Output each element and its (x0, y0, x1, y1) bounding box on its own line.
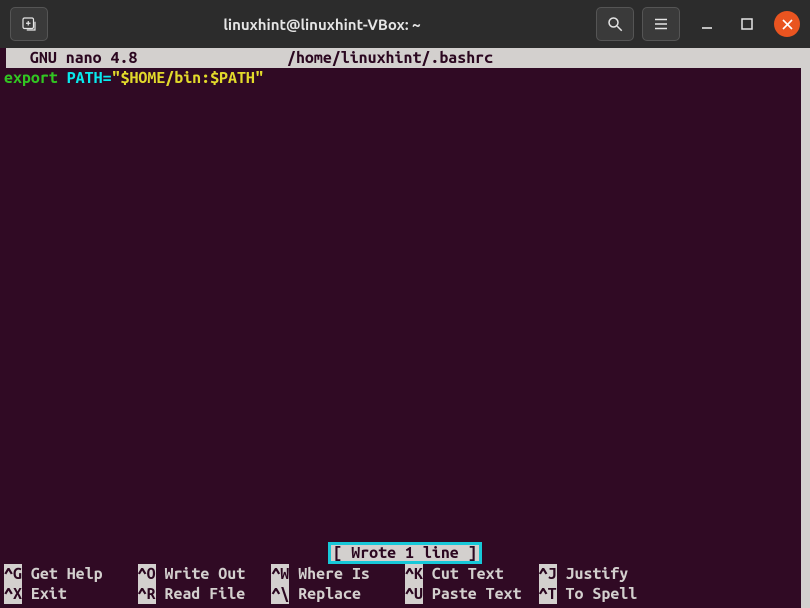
window-controls (694, 11, 800, 37)
new-tab-button[interactable] (10, 7, 48, 41)
shortcut-replace: ^\ Replace (271, 584, 405, 604)
nano-header: GNU nano 4.8 /home/linuxhint/.bashrc (6, 48, 804, 68)
shortcut-exit: ^X Exit (4, 584, 138, 604)
shortcut-empty-1 (672, 564, 806, 584)
shortcut-read-file: ^R Read File (138, 584, 272, 604)
terminal-body[interactable]: GNU nano 4.8 /home/linuxhint/.bashrc exp… (0, 48, 810, 608)
token-keyword: export (4, 69, 58, 87)
terminal-window: linuxhint@linuxhint-VBox: ~ GNU nano 4.8… (0, 0, 810, 608)
titlebar: linuxhint@linuxhint-VBox: ~ (0, 0, 810, 48)
search-button[interactable] (596, 7, 634, 41)
status-row: [ Wrote 1 line ] (0, 542, 810, 564)
editor-area[interactable]: export PATH="$HOME/bin:$PATH" (0, 68, 810, 542)
nano-filepath: /home/linuxhint/.bashrc (287, 48, 798, 68)
maximize-button[interactable] (734, 11, 760, 37)
shortcut-empty-2 (672, 584, 806, 604)
shortcut-bar: ^G Get Help ^O Write Out ^W Where Is ^K … (0, 564, 810, 608)
token-string: "$HOME/bin:$PATH" (112, 69, 264, 87)
shortcut-cut-text: ^K Cut Text (405, 564, 539, 584)
window-title: linuxhint@linuxhint-VBox: ~ (56, 16, 588, 33)
status-message: [ Wrote 1 line ] (328, 542, 481, 564)
close-button[interactable] (774, 11, 800, 37)
scrollbar[interactable] (801, 48, 810, 608)
shortcut-write-out: ^O Write Out (138, 564, 272, 584)
hamburger-menu-button[interactable] (642, 7, 680, 41)
shortcut-justify: ^J Justify (539, 564, 673, 584)
shortcut-where-is: ^W Where Is (271, 564, 405, 584)
minimize-button[interactable] (694, 11, 720, 37)
code-line-1: export PATH="$HOME/bin:$PATH" (4, 68, 806, 88)
shortcut-paste-text: ^U Paste Text (405, 584, 539, 604)
token-variable: PATH= (58, 69, 112, 87)
nano-version: GNU nano 4.8 (12, 48, 287, 68)
shortcut-to-spell: ^T To Spell (539, 584, 673, 604)
shortcut-get-help: ^G Get Help (4, 564, 138, 584)
